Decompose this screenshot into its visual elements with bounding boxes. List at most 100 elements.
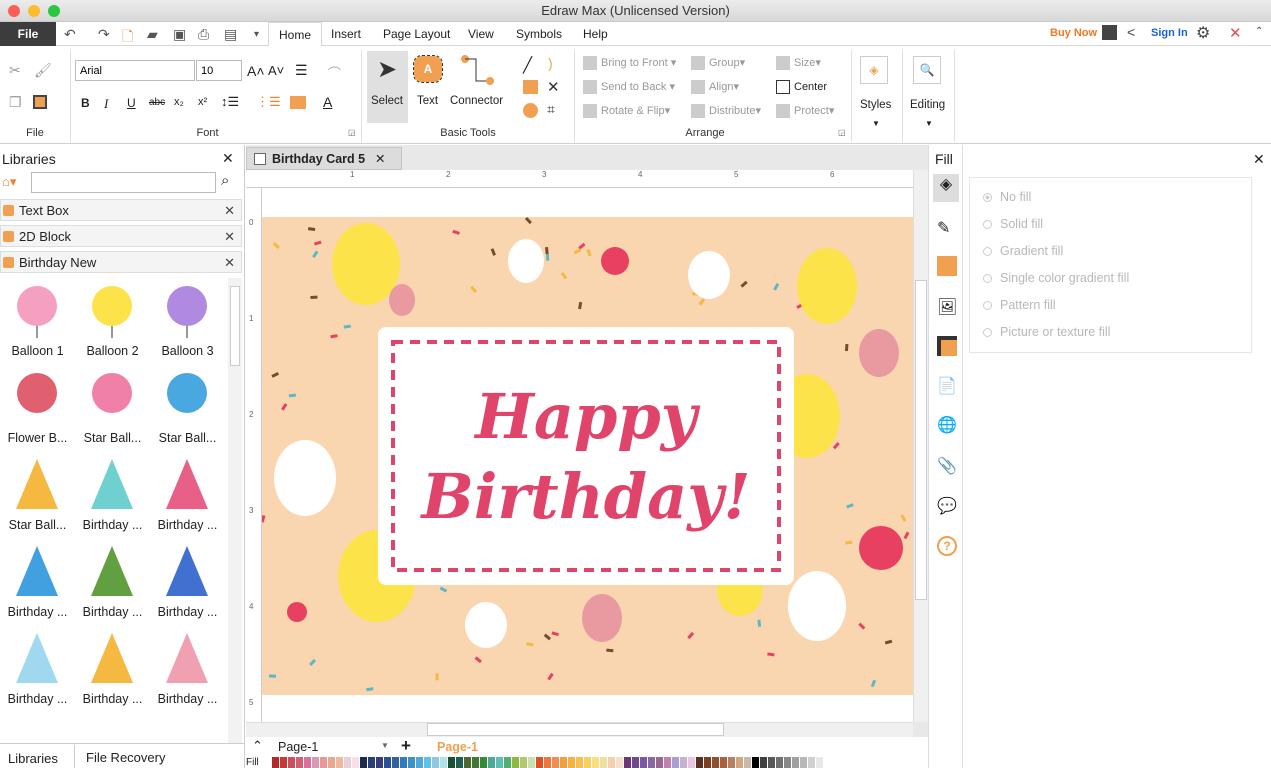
- collapse-ribbon-icon[interactable]: ⌃: [1255, 26, 1263, 37]
- color-swatch[interactable]: [440, 757, 447, 768]
- library-shape[interactable]: Balloon 1: [0, 278, 75, 365]
- print-icon[interactable]: ⎙: [198, 26, 209, 43]
- drawing-page[interactable]: Happy Birthday!: [260, 188, 913, 722]
- color-swatch[interactable]: [480, 757, 487, 768]
- bring-to-front-button[interactable]: Bring to Front ▾: [583, 56, 676, 71]
- tab-symbols[interactable]: Symbols: [506, 22, 572, 46]
- color-swatch[interactable]: [456, 757, 463, 768]
- color-swatch[interactable]: [304, 757, 311, 768]
- text-highlight-icon[interactable]: [290, 96, 306, 109]
- share-doc-icon[interactable]: [1102, 25, 1117, 40]
- crop-tool-icon[interactable]: ⌗: [547, 101, 555, 118]
- ellipse-tool-icon[interactable]: [523, 103, 538, 118]
- collapse-pages-icon[interactable]: ⌃: [252, 738, 263, 754]
- decrease-font-icon[interactable]: A˅: [268, 63, 284, 78]
- export-icon[interactable]: ▤: [224, 26, 237, 43]
- page-select[interactable]: Page-1: [278, 740, 318, 754]
- cross-tool-icon[interactable]: ✕: [547, 78, 560, 96]
- color-swatch[interactable]: [312, 757, 319, 768]
- color-swatch[interactable]: [808, 757, 815, 768]
- color-swatch[interactable]: [336, 757, 343, 768]
- size-button[interactable]: Size▾: [776, 56, 821, 71]
- color-swatch[interactable]: [424, 757, 431, 768]
- subscript-button[interactable]: x₂: [174, 96, 184, 108]
- color-swatch[interactable]: [296, 757, 303, 768]
- color-swatch[interactable]: [760, 757, 767, 768]
- italic-button[interactable]: I: [104, 96, 108, 112]
- color-swatch[interactable]: [784, 757, 791, 768]
- increase-font-icon[interactable]: A˄: [247, 63, 265, 79]
- color-swatch[interactable]: [792, 757, 799, 768]
- library-category-birthday-new[interactable]: Birthday New ✕: [0, 251, 242, 273]
- color-swatch[interactable]: [568, 757, 575, 768]
- distribute-button[interactable]: Distribute▾: [691, 104, 761, 119]
- cut-icon[interactable]: ✂: [9, 62, 21, 79]
- library-shape[interactable]: Star Ball...: [0, 452, 75, 539]
- open-icon[interactable]: ▰: [147, 26, 158, 43]
- color-swatch[interactable]: [544, 757, 551, 768]
- color-swatch[interactable]: [448, 757, 455, 768]
- color-swatch[interactable]: [400, 757, 407, 768]
- search-icon[interactable]: ⌕: [221, 172, 229, 189]
- birthday-card[interactable]: Happy Birthday!: [260, 188, 913, 722]
- copy-icon[interactable]: ❐: [9, 94, 22, 111]
- file-menu-button[interactable]: File: [0, 22, 56, 46]
- library-shape[interactable]: Balloon 2: [75, 278, 150, 365]
- library-shape[interactable]: Birthday ...: [75, 452, 150, 539]
- maximize-window-button[interactable]: [48, 5, 60, 17]
- font-name-select[interactable]: [75, 60, 195, 81]
- color-swatch[interactable]: [552, 757, 559, 768]
- color-swatch[interactable]: [632, 757, 639, 768]
- undo-icon[interactable]: ↶: [64, 26, 76, 43]
- fill-option-radio[interactable]: Gradient fill: [983, 244, 1063, 258]
- arc-tool-icon[interactable]: ): [548, 55, 553, 71]
- underline-button[interactable]: U: [127, 96, 136, 110]
- color-swatch[interactable]: [576, 757, 583, 768]
- color-swatch[interactable]: [768, 757, 775, 768]
- tab-insert[interactable]: Insert: [321, 22, 371, 46]
- font-size-select[interactable]: [196, 60, 242, 81]
- color-swatch[interactable]: [584, 757, 591, 768]
- color-swatch[interactable]: [648, 757, 655, 768]
- color-swatch[interactable]: [360, 757, 367, 768]
- tab-page-layout[interactable]: Page Layout: [373, 22, 460, 46]
- color-swatch[interactable]: [416, 757, 423, 768]
- color-swatch[interactable]: [720, 757, 727, 768]
- line-spacing-icon[interactable]: ↕☰: [221, 94, 239, 110]
- text-tool-button[interactable]: A Text: [410, 51, 446, 123]
- text-curve-icon[interactable]: ⌒: [328, 63, 341, 82]
- tab-view[interactable]: View: [458, 22, 504, 46]
- superscript-button[interactable]: x²: [198, 96, 207, 108]
- connector-tool-button[interactable]: Connector: [448, 51, 508, 123]
- redo-icon[interactable]: ↷: [98, 26, 110, 43]
- document-tab[interactable]: Birthday Card 5 ✕: [246, 147, 402, 170]
- library-shape[interactable]: Birthday ...: [75, 539, 150, 626]
- color-swatch[interactable]: [752, 757, 759, 768]
- tab-help[interactable]: Help: [573, 22, 618, 46]
- color-swatch[interactable]: [736, 757, 743, 768]
- library-shape[interactable]: Star Ball...: [75, 365, 150, 452]
- close-libraries-icon[interactable]: ✕: [222, 150, 234, 167]
- color-swatch[interactable]: [512, 757, 519, 768]
- group-button[interactable]: Group▾: [691, 56, 745, 71]
- color-swatch[interactable]: [704, 757, 711, 768]
- library-shape[interactable]: Star Ball...: [150, 365, 225, 452]
- color-swatch[interactable]: [712, 757, 719, 768]
- line-icon[interactable]: ✎: [937, 218, 957, 238]
- library-shape[interactable]: Birthday ...: [150, 452, 225, 539]
- color-swatch[interactable]: [616, 757, 623, 768]
- color-swatch[interactable]: [392, 757, 399, 768]
- color-swatch[interactable]: [464, 757, 471, 768]
- send-to-back-button[interactable]: Send to Back ▾: [583, 80, 675, 95]
- color-swatch[interactable]: [504, 757, 511, 768]
- font-color-icon[interactable]: A: [323, 94, 332, 110]
- help-icon[interactable]: ?: [937, 536, 957, 556]
- hyperlink-globe-icon[interactable]: 🌐: [937, 415, 957, 435]
- buy-now-link[interactable]: Buy Now: [1050, 27, 1097, 39]
- color-swatch[interactable]: [488, 757, 495, 768]
- color-swatch[interactable]: [536, 757, 543, 768]
- color-swatch[interactable]: [640, 757, 647, 768]
- vertical-scrollbar[interactable]: [913, 170, 928, 722]
- library-shape[interactable]: Birthday ...: [0, 539, 75, 626]
- color-swatch[interactable]: [624, 757, 631, 768]
